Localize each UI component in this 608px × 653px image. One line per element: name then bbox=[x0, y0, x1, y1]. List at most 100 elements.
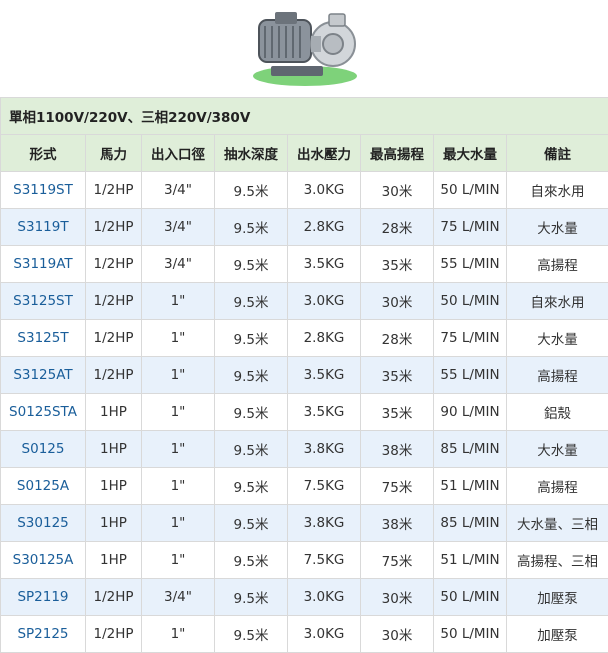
table-cell: 2.8KG bbox=[288, 320, 361, 357]
model-cell: SP2125 bbox=[1, 616, 86, 653]
table-cell: 85 L/MIN bbox=[434, 431, 507, 468]
table-cell: 9.5米 bbox=[215, 468, 288, 505]
pump-spec-table: 單相1100V/220V、三相220V/380V 形式馬力出入口徑抽水深度出水壓… bbox=[0, 97, 608, 653]
table-cell: 30米 bbox=[361, 579, 434, 616]
table-cell: 3/4" bbox=[142, 209, 215, 246]
table-cell: 85 L/MIN bbox=[434, 505, 507, 542]
table-cell: 50 L/MIN bbox=[434, 283, 507, 320]
model-cell: S3119AT bbox=[1, 246, 86, 283]
table-row: SP21251/2HP1"9.5米3.0KG30米50 L/MIN加壓泵 bbox=[1, 616, 608, 653]
table-cell: 3.5KG bbox=[288, 394, 361, 431]
column-header: 抽水深度 bbox=[215, 135, 288, 172]
table-cell: 9.5米 bbox=[215, 542, 288, 579]
pump-product-image bbox=[245, 6, 363, 88]
model-cell: S0125 bbox=[1, 431, 86, 468]
table-cell: 3.8KG bbox=[288, 505, 361, 542]
model-cell: S3125AT bbox=[1, 357, 86, 394]
model-cell: S0125STA bbox=[1, 394, 86, 431]
table-row: S01251HP1"9.5米3.8KG38米85 L/MIN大水量 bbox=[1, 431, 608, 468]
table-cell: 9.5米 bbox=[215, 579, 288, 616]
table-cell: 75米 bbox=[361, 468, 434, 505]
table-cell: 30米 bbox=[361, 616, 434, 653]
table-cell: 3.5KG bbox=[288, 357, 361, 394]
table-cell: 高揚程、三相 bbox=[507, 542, 608, 579]
table-cell: 1" bbox=[142, 394, 215, 431]
table-cell: 90 L/MIN bbox=[434, 394, 507, 431]
table-header-row: 形式馬力出入口徑抽水深度出水壓力最高揚程最大水量備註 bbox=[1, 135, 608, 172]
model-cell: SP2119 bbox=[1, 579, 86, 616]
table-cell: 3/4" bbox=[142, 172, 215, 209]
table-cell: 9.5米 bbox=[215, 246, 288, 283]
table-cell: 50 L/MIN bbox=[434, 616, 507, 653]
table-cell: 1/2HP bbox=[86, 579, 142, 616]
table-cell: 1" bbox=[142, 468, 215, 505]
table-cell: 1/2HP bbox=[86, 172, 142, 209]
table-cell: 38米 bbox=[361, 431, 434, 468]
table-cell: 1/2HP bbox=[86, 209, 142, 246]
table-cell: 大水量 bbox=[507, 209, 608, 246]
table-cell: 1" bbox=[142, 542, 215, 579]
table-cell: 30米 bbox=[361, 283, 434, 320]
table-cell: 1" bbox=[142, 320, 215, 357]
table-cell: 75 L/MIN bbox=[434, 209, 507, 246]
table-cell: 9.5米 bbox=[215, 172, 288, 209]
table-cell: 3.5KG bbox=[288, 246, 361, 283]
table-cell: 7.5KG bbox=[288, 542, 361, 579]
table-row: S301251HP1"9.5米3.8KG38米85 L/MIN大水量、三相 bbox=[1, 505, 608, 542]
table-row: S3125T1/2HP1"9.5米2.8KG28米75 L/MIN大水量 bbox=[1, 320, 608, 357]
table-cell: 1/2HP bbox=[86, 283, 142, 320]
table-row: S0125A1HP1"9.5米7.5KG75米51 L/MIN高揚程 bbox=[1, 468, 608, 505]
table-row: S3125ST1/2HP1"9.5米3.0KG30米50 L/MIN自來水用 bbox=[1, 283, 608, 320]
table-cell: 9.5米 bbox=[215, 283, 288, 320]
table-cell: 30米 bbox=[361, 172, 434, 209]
table-cell: 51 L/MIN bbox=[434, 542, 507, 579]
table-row: S3119ST1/2HP3/4"9.5米3.0KG30米50 L/MIN自來水用 bbox=[1, 172, 608, 209]
table-cell: 28米 bbox=[361, 320, 434, 357]
table-cell: 1HP bbox=[86, 468, 142, 505]
model-cell: S3125T bbox=[1, 320, 86, 357]
model-cell: S30125 bbox=[1, 505, 86, 542]
table-cell: 3.0KG bbox=[288, 579, 361, 616]
table-cell: 7.5KG bbox=[288, 468, 361, 505]
table-cell: 3.0KG bbox=[288, 616, 361, 653]
table-cell: 9.5米 bbox=[215, 357, 288, 394]
table-cell: 1HP bbox=[86, 505, 142, 542]
table-row: S3119AT1/2HP3/4"9.5米3.5KG35米55 L/MIN高揚程 bbox=[1, 246, 608, 283]
table-cell: 9.5米 bbox=[215, 616, 288, 653]
table-cell: 75 L/MIN bbox=[434, 320, 507, 357]
table-cell: 1/2HP bbox=[86, 320, 142, 357]
table-cell: 1" bbox=[142, 431, 215, 468]
table-cell: 9.5米 bbox=[215, 320, 288, 357]
table-cell: 55 L/MIN bbox=[434, 246, 507, 283]
table-cell: 1HP bbox=[86, 431, 142, 468]
column-header: 出入口徑 bbox=[142, 135, 215, 172]
table-cell: 大水量 bbox=[507, 431, 608, 468]
table-cell: 9.5米 bbox=[215, 431, 288, 468]
table-cell: 加壓泵 bbox=[507, 616, 608, 653]
model-cell: S30125A bbox=[1, 542, 86, 579]
table-cell: 加壓泵 bbox=[507, 579, 608, 616]
table-cell: 3.8KG bbox=[288, 431, 361, 468]
table-cell: 38米 bbox=[361, 505, 434, 542]
table-row: S0125STA1HP1"9.5米3.5KG35米90 L/MIN鋁殼 bbox=[1, 394, 608, 431]
table-row: S3119T1/2HP3/4"9.5米2.8KG28米75 L/MIN大水量 bbox=[1, 209, 608, 246]
table-cell: 1/2HP bbox=[86, 357, 142, 394]
table-cell: 1" bbox=[142, 505, 215, 542]
column-header: 備註 bbox=[507, 135, 608, 172]
table-cell: 35米 bbox=[361, 246, 434, 283]
table-cell: 35米 bbox=[361, 357, 434, 394]
table-cell: 51 L/MIN bbox=[434, 468, 507, 505]
table-cell: 9.5米 bbox=[215, 505, 288, 542]
table-cell: 3/4" bbox=[142, 579, 215, 616]
column-header: 最高揚程 bbox=[361, 135, 434, 172]
table-cell: 2.8KG bbox=[288, 209, 361, 246]
table-body: S3119ST1/2HP3/4"9.5米3.0KG30米50 L/MIN自來水用… bbox=[1, 172, 608, 653]
table-cell: 自來水用 bbox=[507, 283, 608, 320]
table-cell: 1" bbox=[142, 616, 215, 653]
model-cell: S3119ST bbox=[1, 172, 86, 209]
table-cell: 9.5米 bbox=[215, 394, 288, 431]
table-cell: 鋁殼 bbox=[507, 394, 608, 431]
table-cell: 大水量、三相 bbox=[507, 505, 608, 542]
table-cell: 1HP bbox=[86, 542, 142, 579]
column-header: 形式 bbox=[1, 135, 86, 172]
